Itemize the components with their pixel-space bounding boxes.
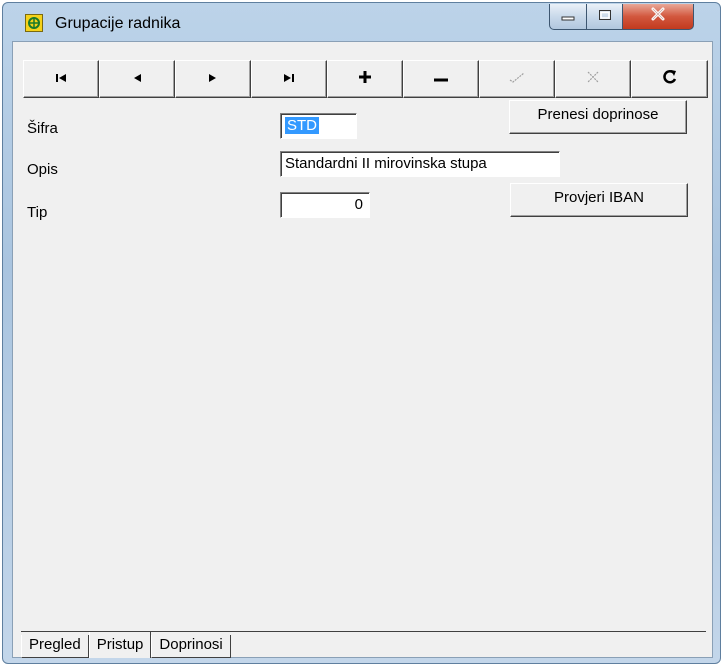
refresh-icon — [662, 69, 678, 90]
sifra-value: STD — [285, 117, 319, 134]
maximize-button[interactable] — [586, 4, 623, 30]
insert-record-button[interactable] — [327, 60, 403, 98]
tab-strip: Pregled Pristup Doprinosi — [21, 632, 231, 658]
post-record-button[interactable] — [479, 60, 555, 98]
first-record-button[interactable] — [23, 60, 99, 98]
opis-input[interactable]: Standardni II mirovinska stupa — [280, 151, 560, 177]
delete-record-button[interactable] — [403, 60, 479, 98]
window-title: Grupacije radnika — [55, 15, 181, 32]
tip-label: Tip — [27, 204, 48, 221]
window: Grupacije radnika Šifra STD Opis Standar… — [2, 2, 721, 664]
next-record-icon — [207, 70, 219, 88]
tab-doprinosi[interactable]: Doprinosi — [151, 635, 231, 658]
prior-record-button[interactable] — [99, 60, 175, 98]
minimize-icon — [561, 8, 575, 26]
provjeri-iban-button[interactable]: Provjeri IBAN — [510, 183, 688, 217]
minimize-button[interactable] — [549, 4, 587, 30]
next-record-button[interactable] — [175, 60, 251, 98]
opis-value: Standardni II mirovinska stupa — [285, 155, 487, 172]
opis-label: Opis — [27, 161, 58, 178]
first-record-icon — [54, 70, 68, 88]
record-navigator — [23, 60, 708, 98]
plus-icon — [358, 70, 372, 89]
minus-icon — [433, 70, 449, 88]
tab-pregled[interactable]: Pregled — [21, 635, 89, 658]
maximize-icon — [598, 8, 612, 26]
prior-record-icon — [131, 70, 143, 88]
app-icon — [25, 14, 43, 32]
sifra-input[interactable]: STD — [280, 113, 357, 139]
sifra-label: Šifra — [27, 120, 58, 137]
tip-input[interactable]: 0 — [280, 192, 370, 218]
last-record-icon — [282, 70, 296, 88]
refresh-button[interactable] — [631, 60, 708, 98]
close-button[interactable] — [622, 4, 694, 30]
close-icon — [650, 7, 666, 26]
cancel-edit-button[interactable] — [555, 60, 631, 98]
tab-pristup[interactable]: Pristup — [88, 632, 152, 658]
x-icon — [586, 70, 600, 89]
client-area: Šifra STD Opis Standardni II mirovinska … — [12, 41, 713, 658]
checkmark-icon — [508, 70, 526, 88]
last-record-button[interactable] — [251, 60, 327, 98]
prenesi-doprinose-button[interactable]: Prenesi doprinose — [509, 100, 687, 134]
tip-value: 0 — [354, 196, 363, 213]
title-bar[interactable]: Grupacije radnika — [3, 3, 720, 41]
